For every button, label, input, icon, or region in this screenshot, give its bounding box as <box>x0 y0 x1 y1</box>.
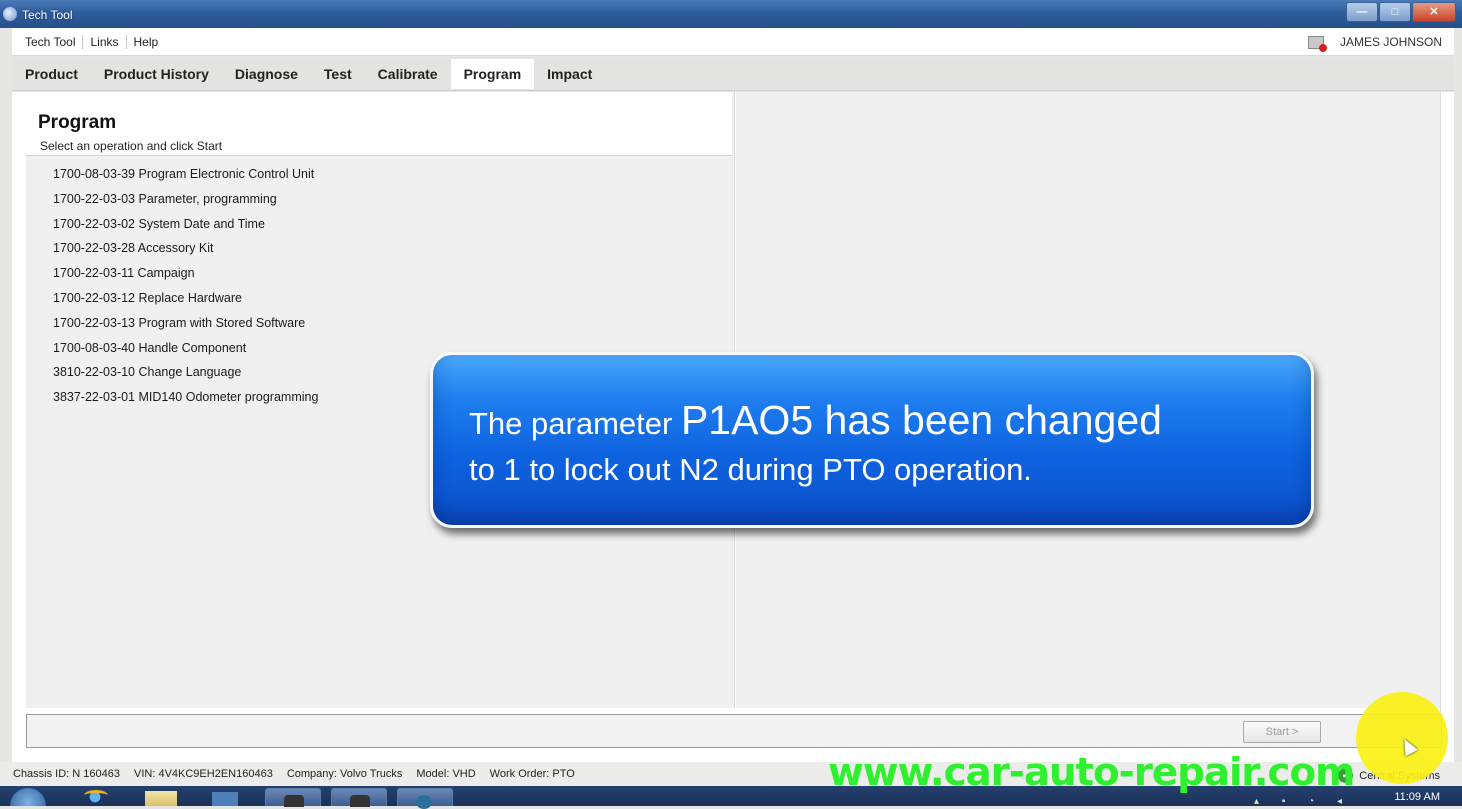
window-titlebar: Tech Tool — □ ✕ <box>0 0 1462 28</box>
callout-text-end: to 1 to lock out N2 during PTO operation… <box>469 452 1032 487</box>
operation-item[interactable]: 1700-22-03-28 Accessory Kit <box>26 236 732 261</box>
main-tab-bar: Product Product History Diagnose Test Ca… <box>12 57 1454 91</box>
tab-program[interactable]: Program <box>450 59 535 89</box>
taskbar-app-button[interactable] <box>265 788 321 807</box>
annotation-callout: The parameter P1AO5 has been changed to … <box>430 352 1314 528</box>
callout-text-emphasis: P1AO5 has been changed <box>680 397 1162 443</box>
minimize-button[interactable]: — <box>1346 2 1378 22</box>
app-glyph-icon <box>284 795 304 807</box>
model: Model: VHD <box>416 768 476 780</box>
folder-icon[interactable] <box>145 791 177 806</box>
operation-item[interactable]: 1700-22-03-02 System Date and Time <box>26 212 732 237</box>
operation-item[interactable]: 1700-22-03-03 Parameter, programming <box>26 187 732 212</box>
maximize-button[interactable]: □ <box>1379 2 1411 22</box>
internet-explorer-icon[interactable] <box>80 788 110 806</box>
tech-tool-app-icon <box>3 7 17 21</box>
page-subtitle: Select an operation and click Start <box>40 139 223 153</box>
window-controls: — □ ✕ <box>1345 2 1456 22</box>
menu-links[interactable]: Links <box>83 35 125 49</box>
start-menu-icon[interactable] <box>10 788 46 806</box>
chassis-id: Chassis ID: N 160463 <box>13 768 120 780</box>
user-name: JAMES JOHNSON <box>1339 35 1442 49</box>
tab-test[interactable]: Test <box>311 59 365 89</box>
tech-tool-glyph-icon <box>416 795 432 809</box>
action-bar: Start > <box>26 714 1442 748</box>
page-title: Program <box>38 112 117 133</box>
close-button[interactable]: ✕ <box>1412 2 1456 22</box>
cursor-highlight <box>1356 692 1448 784</box>
operation-item[interactable]: 1700-08-03-39 Program Electronic Control… <box>26 162 732 187</box>
work-order: Work Order: PTO <box>489 768 575 780</box>
tab-calibrate[interactable]: Calibrate <box>365 59 451 89</box>
company: Company: Volvo Trucks <box>286 768 403 780</box>
menu-tech-tool[interactable]: Tech Tool <box>18 35 82 49</box>
start-button[interactable]: Start > <box>1243 721 1321 743</box>
program-header: Program Select an operation and click St… <box>26 92 732 156</box>
callout-text-start: The parameter <box>469 406 681 441</box>
tab-product-history[interactable]: Product History <box>91 59 222 89</box>
user-info: JAMES JOHNSON <box>1307 35 1442 52</box>
menu-help[interactable]: Help <box>127 35 166 49</box>
vin: VIN: 4V4KC9EH2EN160463 <box>134 768 273 780</box>
media-app-icon[interactable] <box>212 792 238 806</box>
menu-bar: Tech Tool Links Help JAMES JOHNSON <box>12 28 1454 56</box>
watermark: www.car-auto-repair.com <box>828 750 1355 794</box>
operation-item[interactable]: 1700-22-03-13 Program with Stored Softwa… <box>26 311 732 336</box>
taskbar-tech-tool-button[interactable] <box>397 788 453 809</box>
tab-product[interactable]: Product <box>12 59 91 89</box>
callout-text: The parameter P1AO5 has been changed to … <box>469 397 1289 493</box>
tab-diagnose[interactable]: Diagnose <box>222 59 311 89</box>
taskbar-app-button[interactable] <box>331 788 387 807</box>
system-tray-icons[interactable]: ▴ ▪ ◔ ◂ <box>1254 796 1352 807</box>
operation-item[interactable]: 1700-22-03-11 Campaign <box>26 261 732 286</box>
taskbar-clock[interactable]: 11:09 AM <box>1394 791 1440 803</box>
window-title: Tech Tool <box>22 8 73 22</box>
app-glyph-icon <box>350 795 370 807</box>
tab-impact[interactable]: Impact <box>534 59 605 89</box>
user-status-icon[interactable] <box>1307 35 1327 52</box>
right-edge <box>1440 92 1454 762</box>
operation-item[interactable]: 1700-22-03-12 Replace Hardware <box>26 286 732 311</box>
